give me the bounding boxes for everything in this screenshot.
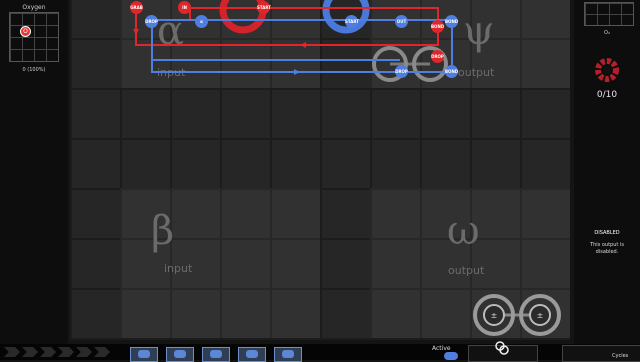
blue-drop-node[interactable]: DROP xyxy=(145,15,158,28)
cycles-panel xyxy=(562,345,640,362)
active-label: Active xyxy=(432,345,451,352)
active-indicator xyxy=(444,352,458,360)
blue-out-node[interactable]: OUT xyxy=(395,15,408,28)
red-drop-node[interactable]: DROP xyxy=(431,50,444,63)
blue-in-node[interactable]: α xyxy=(195,15,208,28)
cursor-icon xyxy=(495,341,509,355)
blue-bond-node[interactable]: BOND xyxy=(445,15,458,28)
blue-start-node[interactable]: START xyxy=(345,15,359,28)
red-bond-node[interactable]: BOND xyxy=(431,20,444,33)
blue-drop-node-2[interactable]: DROP xyxy=(395,65,408,78)
cycles-label: Cycles xyxy=(612,353,629,359)
red-grab-node[interactable]: GRAB xyxy=(130,1,143,14)
red-start-node[interactable]: START xyxy=(257,1,271,14)
blue-bond-node-2[interactable]: BOND xyxy=(445,65,458,78)
bottom-toolbar xyxy=(0,344,640,360)
instruction-paths xyxy=(133,7,453,75)
red-in-node[interactable]: IN xyxy=(178,1,191,14)
